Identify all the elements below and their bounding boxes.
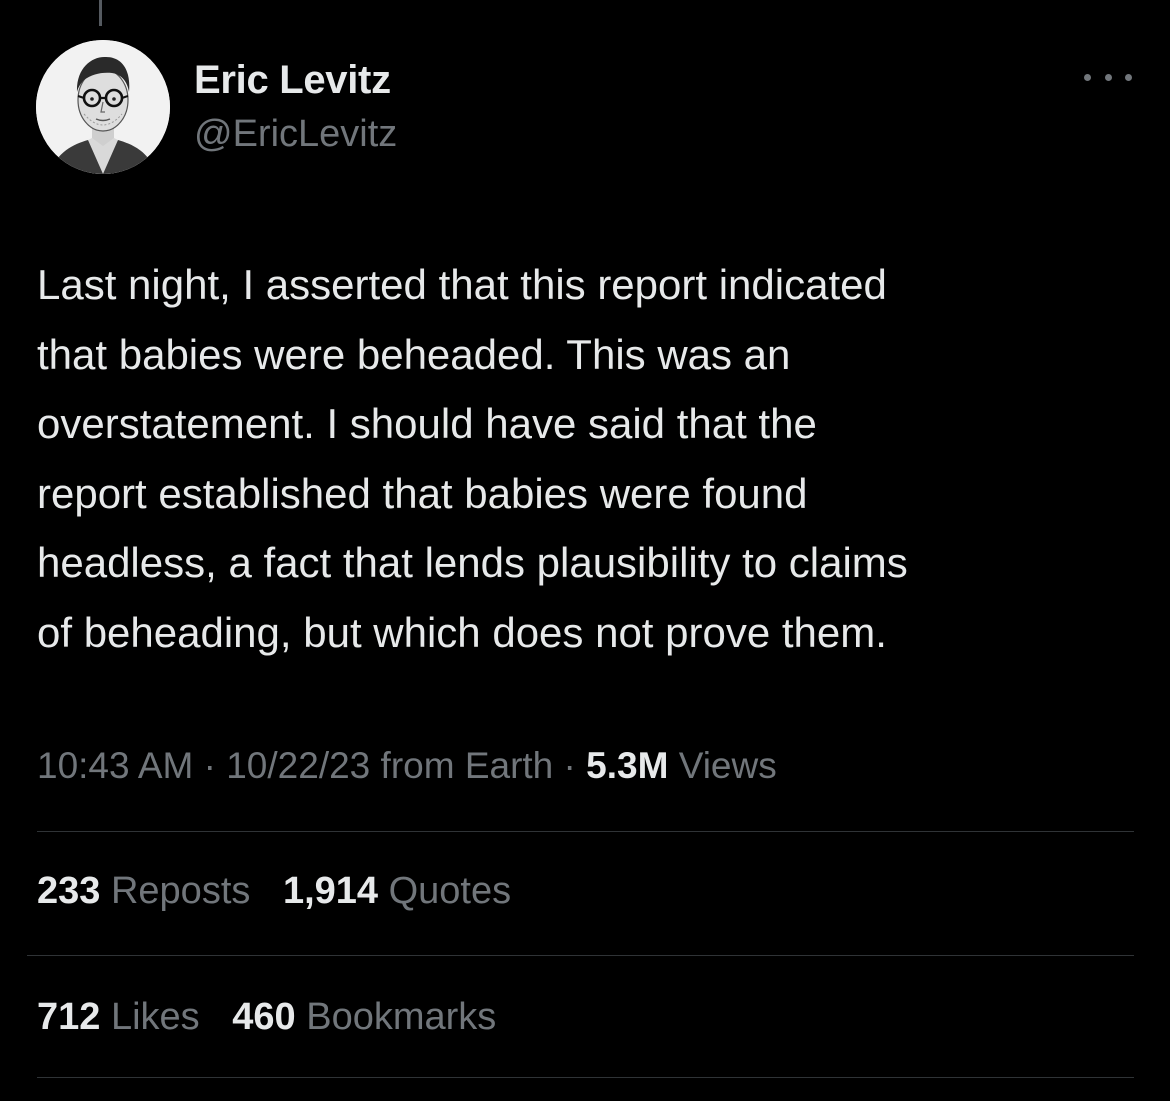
bookmarks-label: Bookmarks [306,996,497,1038]
avatar-portrait [36,40,170,174]
stats-row-shares: 233 Reposts 1,914 Quotes [37,870,533,913]
tweet-meta: 10:43 AM · 10/22/23 from Earth · 5.3M Vi… [37,745,777,787]
stats-row-engagement: 712 Likes 460 Bookmarks [37,996,518,1039]
bookmarks-count: 460 [232,996,296,1038]
reposts-stat[interactable]: 233 Reposts [37,870,250,912]
meta-separator: · [563,745,576,786]
divider [37,831,1134,832]
quotes-count: 1,914 [282,870,379,912]
tweet-source: from Earth [380,745,554,786]
more-horizontal-icon [1084,73,1091,81]
divider [37,1077,1134,1078]
reposts-label: Reposts [110,870,251,912]
reposts-count: 233 [37,870,101,912]
likes-label: Likes [110,996,200,1038]
tweet-text-line: headless, a fact that lends plausibility… [37,539,908,586]
views-count[interactable]: 5.3M [586,745,668,786]
divider [27,955,1134,956]
tweet-time[interactable]: 10:43 AM [37,745,193,786]
more-options-button[interactable] [1084,62,1132,92]
views-label: Views [678,745,777,786]
more-horizontal-icon-dot [1125,73,1132,81]
likes-count: 712 [37,996,101,1038]
author-name[interactable]: Eric Levitz [194,58,391,103]
tweet-text-line: Last night, I asserted that this report … [37,261,887,308]
quotes-stat[interactable]: 1,914 Quotes [283,870,511,912]
tweet-text: Last night, I asserted that this report … [37,250,1137,667]
tweet-text-line: of beheading, but which does not prove t… [37,608,887,656]
tweet-text-line: report established that babies were foun… [37,469,808,517]
meta-separator: · [203,745,216,786]
tweet-date[interactable]: 10/22/23 [226,745,370,786]
avatar[interactable] [36,40,170,174]
quotes-label: Quotes [388,870,512,912]
tweet-text-line: that babies were beheaded. This was an [37,330,791,378]
bookmarks-stat[interactable]: 460 Bookmarks [232,996,496,1038]
thread-connector-line [99,0,102,26]
likes-stat[interactable]: 712 Likes [37,996,200,1038]
more-horizontal-icon-dot [1104,73,1112,81]
tweet-text-line: overstatement. I should have said that t… [37,400,817,447]
author-handle[interactable]: @EricLevitz [194,113,397,156]
